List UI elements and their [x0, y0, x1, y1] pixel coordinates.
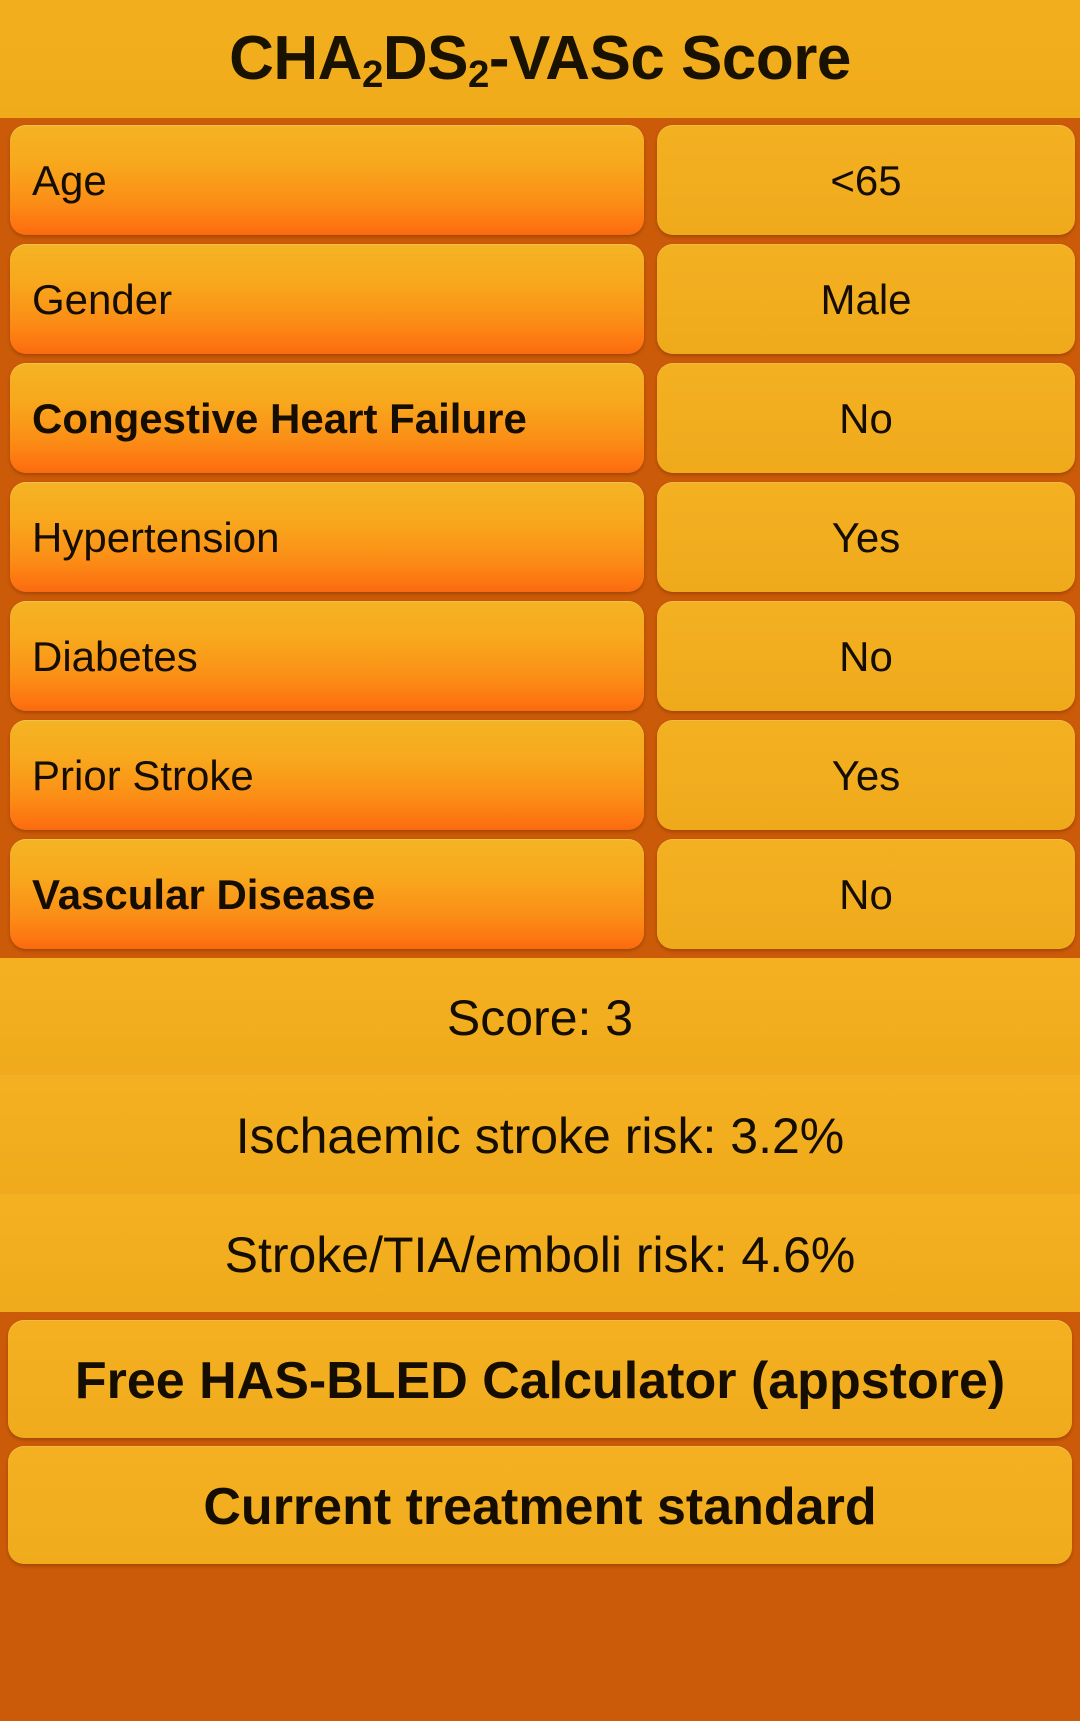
app-header: CHA2DS2-VASc Score — [0, 0, 1080, 118]
risk-factor-list: Age <65 Gender Male Congestive Heart Fai… — [0, 118, 1080, 956]
has-bled-calculator-button[interactable]: Free HAS-BLED Calculator (appstore) — [8, 1320, 1072, 1438]
current-treatment-standard-button[interactable]: Current treatment standard — [8, 1446, 1072, 1564]
ischaemic-risk-text: Ischaemic stroke risk: 3.2% — [235, 1108, 845, 1164]
value-label: <65 — [830, 157, 902, 204]
factor-button-congestive-heart-failure[interactable]: Congestive Heart Failure — [10, 363, 644, 473]
page-title: CHA2DS2-VASc Score — [229, 28, 851, 95]
app-screen: CHA2DS2-VASc Score Age <65 Gender Male C… — [0, 0, 1080, 1721]
table-row: Diabetes No — [0, 597, 1080, 716]
factor-label: Diabetes — [32, 633, 198, 680]
score-text: Score: 3 — [446, 990, 634, 1046]
table-row: Gender Male — [0, 240, 1080, 359]
stroke-tia-risk-text: Stroke/TIA/emboli risk: 4.6% — [224, 1227, 856, 1283]
page-title-part-1: CHA — [229, 24, 362, 93]
table-row: Hypertension Yes — [0, 478, 1080, 597]
value-label: No — [839, 871, 893, 918]
value-label: No — [839, 633, 893, 680]
factor-button-diabetes[interactable]: Diabetes — [10, 601, 644, 711]
factor-label: Vascular Disease — [32, 871, 376, 918]
value-button-age[interactable]: <65 — [657, 125, 1075, 235]
factor-button-vascular-disease[interactable]: Vascular Disease — [10, 839, 644, 949]
page-title-subscript-1: 2 — [361, 53, 383, 97]
factor-button-age[interactable]: Age — [10, 125, 644, 235]
value-label: Yes — [831, 752, 901, 799]
factor-label: Prior Stroke — [32, 752, 254, 799]
factor-label: Gender — [32, 276, 173, 323]
page-title-part-3: -VASc Score — [488, 24, 852, 93]
value-button-congestive-heart-failure[interactable]: No — [657, 363, 1075, 473]
value-button-hypertension[interactable]: Yes — [657, 482, 1075, 592]
ischaemic-risk-panel: Ischaemic stroke risk: 3.2% — [0, 1074, 1080, 1193]
stroke-tia-risk-panel: Stroke/TIA/emboli risk: 4.6% — [0, 1193, 1080, 1312]
page-title-part-2: DS — [382, 24, 469, 93]
factor-label: Age — [32, 157, 107, 204]
value-label: Yes — [831, 514, 901, 561]
factor-button-prior-stroke[interactable]: Prior Stroke — [10, 720, 644, 830]
table-row: Congestive Heart Failure No — [0, 359, 1080, 478]
factor-label: Hypertension — [32, 514, 280, 561]
factor-label: Congestive Heart Failure — [32, 395, 527, 442]
factor-button-hypertension[interactable]: Hypertension — [10, 482, 644, 592]
score-panel: Score: 3 — [0, 956, 1080, 1074]
value-button-prior-stroke[interactable]: Yes — [657, 720, 1075, 830]
value-label: No — [839, 395, 893, 442]
current-treatment-standard-label: Current treatment standard — [203, 1478, 877, 1536]
value-button-gender[interactable]: Male — [657, 244, 1075, 354]
action-button-group: Free HAS-BLED Calculator (appstore) Curr… — [0, 1312, 1080, 1721]
factor-button-gender[interactable]: Gender — [10, 244, 644, 354]
table-row: Age <65 — [0, 121, 1080, 240]
has-bled-calculator-label: Free HAS-BLED Calculator (appstore) — [74, 1352, 1006, 1410]
table-row: Vascular Disease No — [0, 835, 1080, 954]
table-row: Prior Stroke Yes — [0, 716, 1080, 835]
value-button-vascular-disease[interactable]: No — [657, 839, 1075, 949]
page-title-subscript-2: 2 — [467, 53, 489, 97]
value-button-diabetes[interactable]: No — [657, 601, 1075, 711]
value-label: Male — [820, 276, 912, 323]
